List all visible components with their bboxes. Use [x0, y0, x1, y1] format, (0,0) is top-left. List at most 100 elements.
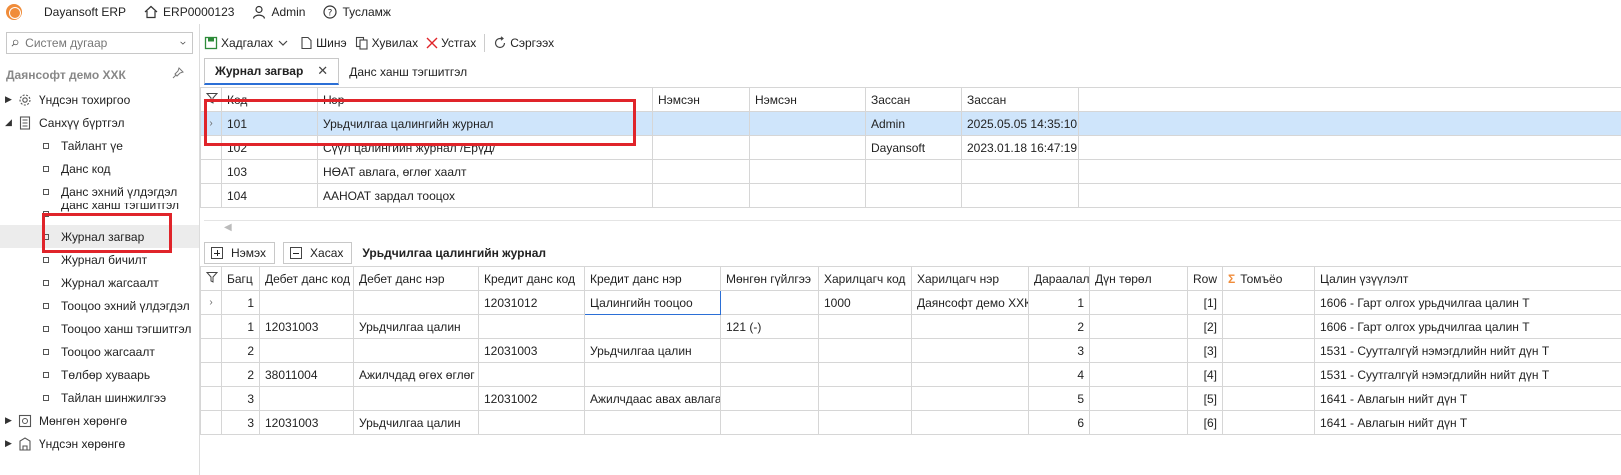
cell[interactable]	[1089, 290, 1188, 315]
column-header-created-by[interactable]: Нэмсэн	[652, 87, 750, 112]
cell[interactable]: Урьдчилгаа цалин	[584, 338, 721, 363]
cell[interactable]	[478, 410, 585, 435]
cell[interactable]: 2023.01.18 16:47:19	[961, 135, 1079, 160]
cell[interactable]: 3	[1028, 338, 1090, 363]
new-button[interactable]: Шинэ	[299, 36, 347, 50]
expand-arrow-icon[interactable]: ▶	[5, 438, 17, 449]
column-header-formula[interactable]: Σ Томъёо	[1222, 266, 1315, 291]
cell[interactable]: 1641 - Авлагын нийт дүн Т	[1314, 386, 1621, 411]
app-name[interactable]: Dayansoft ERP	[44, 5, 126, 19]
cell[interactable]	[911, 314, 1029, 339]
cell[interactable]: 1531 - Суутгалгүй нэмэгдлийн нийт дүн Т	[1314, 338, 1621, 363]
cell[interactable]: 1606 - Гарт олгох урьдчилгаа цалин Т	[1314, 314, 1621, 339]
cell[interactable]: НӨАТ авлага, өглөг хаалт	[317, 159, 653, 184]
pin-icon[interactable]	[172, 67, 184, 79]
cell[interactable]	[652, 135, 750, 160]
tree-item-reporting-period[interactable]: Тайлант үе	[0, 134, 199, 157]
cell[interactable]: [1]	[1187, 290, 1223, 315]
tree-item-settlement-list[interactable]: Тооцоо жагсаалт	[0, 340, 199, 363]
cell[interactable]: 2025.05.05 14:35:10	[961, 111, 1079, 136]
tree-item-journal-list[interactable]: Журнал жагсаалт	[0, 271, 199, 294]
cell[interactable]	[1089, 362, 1188, 387]
cell[interactable]: 5	[1028, 386, 1090, 411]
cell[interactable]: 2	[221, 338, 260, 363]
cell-focused[interactable]: Цалингийн тооцоо	[584, 290, 721, 315]
cell[interactable]	[1089, 386, 1188, 411]
column-header-cash-flow[interactable]: Мөнгөн гүйлгээ	[720, 266, 819, 291]
company-button[interactable]: ERP0000123	[144, 5, 234, 19]
cell[interactable]	[720, 386, 819, 411]
column-header-created-at[interactable]: Нэмсэн	[749, 87, 866, 112]
cell[interactable]	[865, 159, 962, 184]
cell[interactable]	[1222, 290, 1315, 315]
column-header-debit-code[interactable]: Дебет данс код	[259, 266, 354, 291]
cell[interactable]	[584, 362, 721, 387]
cell[interactable]: Даянсофт демо ХХК	[911, 290, 1029, 315]
cell[interactable]: 38011004	[259, 362, 354, 387]
cell[interactable]: 4	[1028, 362, 1090, 387]
cell[interactable]: Dayansoft	[865, 135, 962, 160]
cell[interactable]: ААНОАТ зардал тооцох	[317, 183, 653, 208]
tab-account-rate-adjustment[interactable]: Данс ханш тэгшитгэл	[339, 58, 477, 85]
cell[interactable]	[478, 362, 585, 387]
cell[interactable]	[961, 183, 1079, 208]
cell[interactable]	[720, 290, 819, 315]
table-row[interactable]: 2 12031003 Урьдчилгаа цалин 3 [3] 1531 -…	[200, 338, 1621, 363]
cell[interactable]	[818, 410, 912, 435]
table-row[interactable]: 3 12031003 Урьдчилгаа цалин 6 [6] 1641 -…	[200, 410, 1621, 435]
cell[interactable]	[259, 290, 354, 315]
cell[interactable]	[1089, 314, 1188, 339]
delete-button[interactable]: Устгах	[426, 36, 476, 50]
expand-arrow-icon[interactable]: ▶	[5, 94, 17, 105]
cell[interactable]	[584, 314, 721, 339]
cell[interactable]: 103	[221, 159, 318, 184]
cell[interactable]: Ажилчдаас авах авлага	[584, 386, 721, 411]
cell[interactable]	[1089, 338, 1188, 363]
cell[interactable]: 12031003	[478, 338, 585, 363]
cell[interactable]: 3	[221, 386, 260, 411]
cell[interactable]	[652, 111, 750, 136]
cell[interactable]	[1222, 386, 1315, 411]
cell[interactable]: 1	[221, 290, 260, 315]
cell[interactable]	[818, 386, 912, 411]
cell[interactable]: [6]	[1187, 410, 1223, 435]
cell[interactable]: 1000	[818, 290, 912, 315]
cell[interactable]	[1222, 314, 1315, 339]
expand-arrow-icon[interactable]: ▶	[5, 415, 17, 426]
filter-icon[interactable]	[200, 266, 222, 291]
cell[interactable]: [3]	[1187, 338, 1223, 363]
save-button[interactable]: Хадгалах	[204, 36, 291, 50]
table-row[interactable]: 1 12031003 Урьдчилгаа цалин 121 (-) 2 [2…	[200, 314, 1621, 339]
column-header-modified-at[interactable]: Зассан	[961, 87, 1079, 112]
cell[interactable]: Ажилчдад өгөх өглөг	[353, 362, 479, 387]
column-header-credit-code[interactable]: Кредит данс код	[478, 266, 585, 291]
cell[interactable]: Admin	[865, 111, 962, 136]
tree-item-account-code[interactable]: Данс код	[0, 157, 199, 180]
horizontal-scrollbar[interactable]: ◀	[204, 220, 1621, 236]
cell[interactable]: 2	[221, 362, 260, 387]
cell[interactable]: [2]	[1187, 314, 1223, 339]
column-header-partner-name[interactable]: Харилцагч нэр	[911, 266, 1029, 291]
cell[interactable]	[720, 410, 819, 435]
cell[interactable]	[353, 290, 479, 315]
cell[interactable]	[1222, 410, 1315, 435]
cell[interactable]: 2	[1028, 314, 1090, 339]
cell[interactable]: 1606 - Гарт олгох урьдчилгаа цалин Т	[1314, 290, 1621, 315]
cell[interactable]: 121 (-)	[720, 314, 819, 339]
cell[interactable]: 1531 - Суутгалгүй нэмэгдлийн нийт дүн Т	[1314, 362, 1621, 387]
cell[interactable]	[353, 338, 479, 363]
cell[interactable]	[749, 111, 866, 136]
collapse-arrow-icon[interactable]: ◢	[5, 117, 17, 128]
cell[interactable]	[911, 362, 1029, 387]
column-header-modified-by[interactable]: Зассан	[865, 87, 962, 112]
cell[interactable]: [4]	[1187, 362, 1223, 387]
cell[interactable]: [5]	[1187, 386, 1223, 411]
cell[interactable]: 1641 - Авлагын нийт дүн Т	[1314, 410, 1621, 435]
system-search-box[interactable]	[6, 32, 193, 54]
cell[interactable]	[911, 338, 1029, 363]
cell[interactable]	[720, 338, 819, 363]
cell[interactable]	[818, 338, 912, 363]
tree-item-cash-assets[interactable]: ▶ Мөнгөн хөрөнгө	[0, 409, 199, 432]
chevron-down-icon[interactable]	[180, 38, 186, 48]
cell[interactable]	[1222, 338, 1315, 363]
